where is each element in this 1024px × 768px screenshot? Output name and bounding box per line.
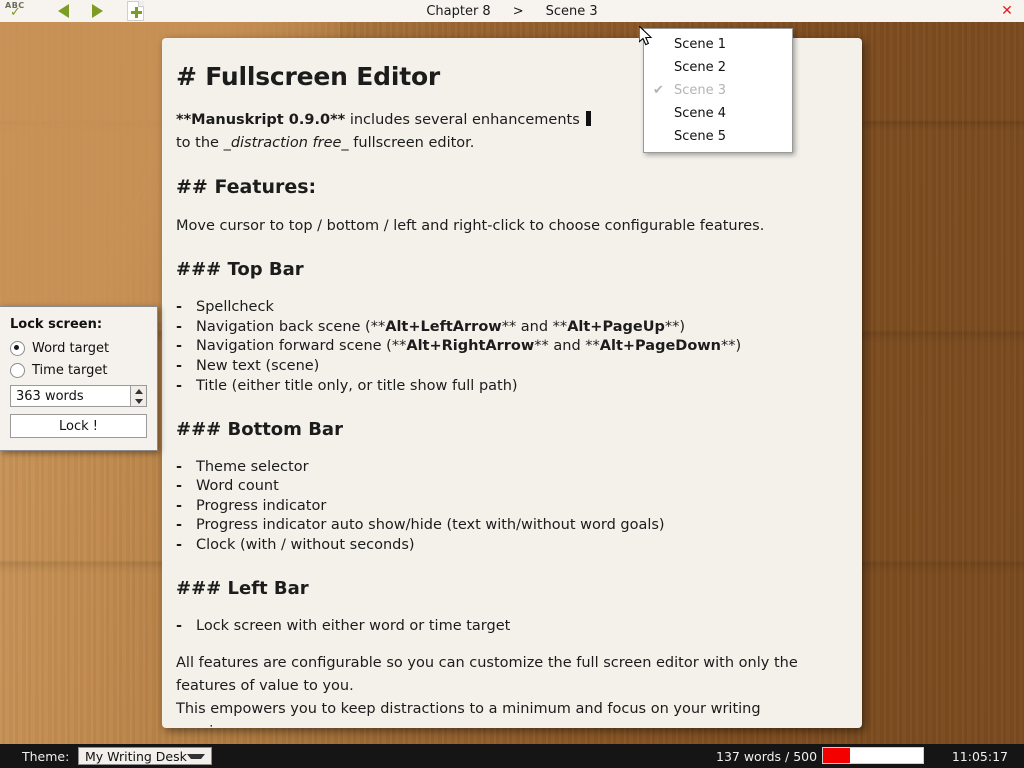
doc-heading-features: ## Features: (176, 176, 317, 199)
time-target-label: Time target (32, 363, 108, 378)
intro-italic-phrase: _distraction free_ (223, 135, 349, 152)
list-item-label: Theme selector (196, 458, 309, 475)
time-target-radio-row[interactable]: Time target (10, 363, 147, 378)
top-bar-feature-list: - Spellcheck - Navigation back scene (**Alt… (176, 298, 840, 396)
word-target-stepper[interactable]: 363 words (10, 385, 147, 407)
intro-line-2-post: fullscreen editor. (348, 135, 475, 152)
menu-item-label: Scene 3 (674, 83, 727, 98)
list-item: - Title (either title only, or title show… (176, 377, 840, 396)
closing-line-4: passion. (176, 723, 840, 728)
list-item: - Lock screen with either word or time ta… (176, 617, 840, 636)
text-cursor (585, 111, 591, 126)
list-item: - Progress indicator auto show/hide (text… (176, 516, 840, 535)
time-target-radio[interactable] (10, 363, 25, 378)
theme-selector[interactable]: My Writing Desk (78, 747, 212, 765)
list-item-label: Navigation forward scene (**Alt+RightArr… (196, 338, 742, 355)
list-item-label: Progress indicator auto show/hide (text … (196, 517, 665, 534)
close-button[interactable]: ✕ (998, 0, 1016, 22)
lock-screen-panel: Lock screen: Word target Time target 363… (0, 306, 158, 451)
list-item: - Clock (with / without seconds) (176, 536, 840, 555)
breadcrumb-scene[interactable]: Scene 3 (546, 4, 598, 19)
theme-selector-value: My Writing Desk (85, 748, 187, 764)
intro-line-1-rest: includes several enhancements (345, 112, 580, 128)
menu-item-scene-2[interactable]: Scene 2 (644, 56, 792, 79)
lock-button[interactable]: Lock ! (10, 414, 147, 438)
doc-heading-bottom-bar: ### Bottom Bar (176, 418, 343, 440)
list-bullet-dash: - (176, 497, 183, 514)
menu-item-scene-3[interactable]: ✔ Scene 3 (644, 79, 792, 102)
breadcrumb: Chapter 8 > Scene 3 (0, 0, 1024, 22)
word-target-input[interactable]: 363 words (10, 385, 130, 407)
list-bullet-dash: - (176, 318, 183, 335)
check-icon: ✔ (653, 83, 664, 98)
intro-bold-version: **Manuskript 0.9.0** (176, 112, 346, 128)
menu-item-scene-1[interactable]: Scene 1 (644, 33, 792, 56)
word-target-radio[interactable] (10, 341, 25, 356)
menu-item-scene-4[interactable]: Scene 4 (644, 102, 792, 125)
stepper-up-button[interactable] (131, 386, 146, 396)
menu-item-label: Scene 2 (674, 60, 727, 75)
scene-dropdown-menu[interactable]: Scene 1 Scene 2 ✔ Scene 3 Scene 4 Scene … (643, 28, 793, 153)
list-item: - Navigation forward scene (**Alt+RightAr… (176, 337, 840, 356)
word-count-status: 137 words / 500 (716, 748, 818, 764)
list-bullet-dash: - (176, 478, 183, 495)
chevron-down-icon (186, 753, 205, 759)
theme-label: Theme: (22, 748, 70, 764)
list-bullet-dash: - (176, 537, 183, 554)
closing-line-1: All features are configurable so you can… (176, 655, 798, 672)
list-item-label: New text (scene) (196, 358, 320, 375)
closing-line-2: features of value to you. (176, 678, 354, 695)
list-item: - Word count (176, 477, 840, 496)
progress-indicator-fill (823, 748, 850, 763)
document-body[interactable]: # Fullscreen Editor **Manuskript 0.9.0**… (176, 60, 840, 728)
menu-item-label: Scene 4 (674, 106, 727, 121)
list-item-label: Progress indicator (196, 497, 327, 514)
list-item: - Theme selector (176, 458, 840, 477)
breadcrumb-chapter[interactable]: Chapter 8 (426, 4, 490, 19)
top-bar: ABC ✓ Chapter 8 > Scene 3 ✕ (0, 0, 1024, 22)
list-bullet-dash: - (176, 338, 183, 355)
breadcrumb-separator: > (512, 3, 524, 19)
list-item-label: Word count (196, 478, 279, 495)
stepper-buttons[interactable] (130, 385, 147, 407)
clock: 11:05:17 (951, 748, 1008, 764)
list-item-label: Title (either title only, or title show … (196, 377, 518, 394)
list-bullet-dash: - (176, 517, 183, 534)
menu-item-label: Scene 1 (674, 37, 727, 52)
chevron-up-icon (134, 388, 143, 394)
left-bar-feature-list: - Lock screen with either word or time ta… (176, 617, 840, 636)
list-bullet-dash: - (176, 358, 183, 375)
list-item-label: Navigation back scene (**Alt+LeftArrow**… (196, 318, 686, 335)
list-item-label: Lock screen with either word or time tar… (196, 617, 511, 634)
list-item: - Navigation back scene (**Alt+LeftArrow*… (176, 318, 840, 337)
intro-line-2-pre: to the (176, 135, 224, 152)
bottom-bar-feature-list: - Theme selector - Word count - Progress indi… (176, 458, 840, 556)
doc-heading-left-bar: ### Left Bar (176, 578, 309, 600)
lock-panel-title: Lock screen: (10, 317, 103, 332)
menu-item-label: Scene 5 (674, 129, 727, 144)
closing-line-3: This empowers you to keep distractions t… (176, 701, 761, 718)
doc-heading-top-bar: ### Top Bar (176, 259, 304, 281)
list-bullet-dash: - (176, 617, 183, 634)
list-item: - New text (scene) (176, 357, 840, 376)
word-target-label: Word target (32, 341, 110, 356)
list-item: - Spellcheck (176, 298, 840, 317)
progress-indicator (822, 747, 924, 764)
list-bullet-dash: - (176, 377, 183, 394)
list-item-label: Spellcheck (196, 299, 274, 316)
menu-item-scene-5[interactable]: Scene 5 (644, 125, 792, 148)
list-item-label: Clock (with / without seconds) (196, 537, 415, 554)
stepper-down-button[interactable] (131, 396, 146, 406)
word-target-radio-row[interactable]: Word target (10, 341, 147, 356)
list-bullet-dash: - (176, 458, 183, 475)
chevron-down-icon (134, 398, 143, 404)
list-item: - Progress indicator (176, 497, 840, 516)
list-bullet-dash: - (176, 299, 183, 316)
features-note: Move cursor to top / bottom / left and r… (176, 218, 765, 235)
closing-paragraph: All features are configurable so you can… (176, 654, 840, 728)
